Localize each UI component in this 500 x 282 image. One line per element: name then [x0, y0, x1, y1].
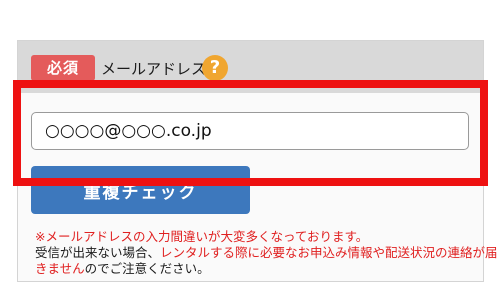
field-header: 必須 メールアドレス ?: [18, 41, 483, 93]
question-circle-icon[interactable]: ?: [202, 55, 228, 81]
notice-line1: ※メールアドレスの入力間違いが大変多くなっております。: [35, 229, 369, 244]
notice-line2-warning: レンタルする際に必要なお申込み情報や配送状況の連絡が届: [160, 245, 498, 260]
notice-line2-prefix: 受信が出来ない場合、: [35, 245, 161, 260]
notice-line3-suffix: のでご注意ください。: [84, 261, 210, 276]
email-field-label: メールアドレス: [101, 60, 207, 78]
required-badge: 必須: [31, 55, 95, 81]
duplicate-check-button[interactable]: 重複チェック: [31, 166, 250, 214]
notice-line3-warning: きません: [35, 261, 85, 276]
email-input[interactable]: [31, 112, 469, 150]
email-notice: ※メールアドレスの入力間違いが大変多くなっております。 受信が出来ない場合、レン…: [35, 229, 498, 277]
email-form-card: 必須 メールアドレス ? 重複チェック ※メールアドレスの入力間違いが大変多くな…: [17, 40, 498, 282]
